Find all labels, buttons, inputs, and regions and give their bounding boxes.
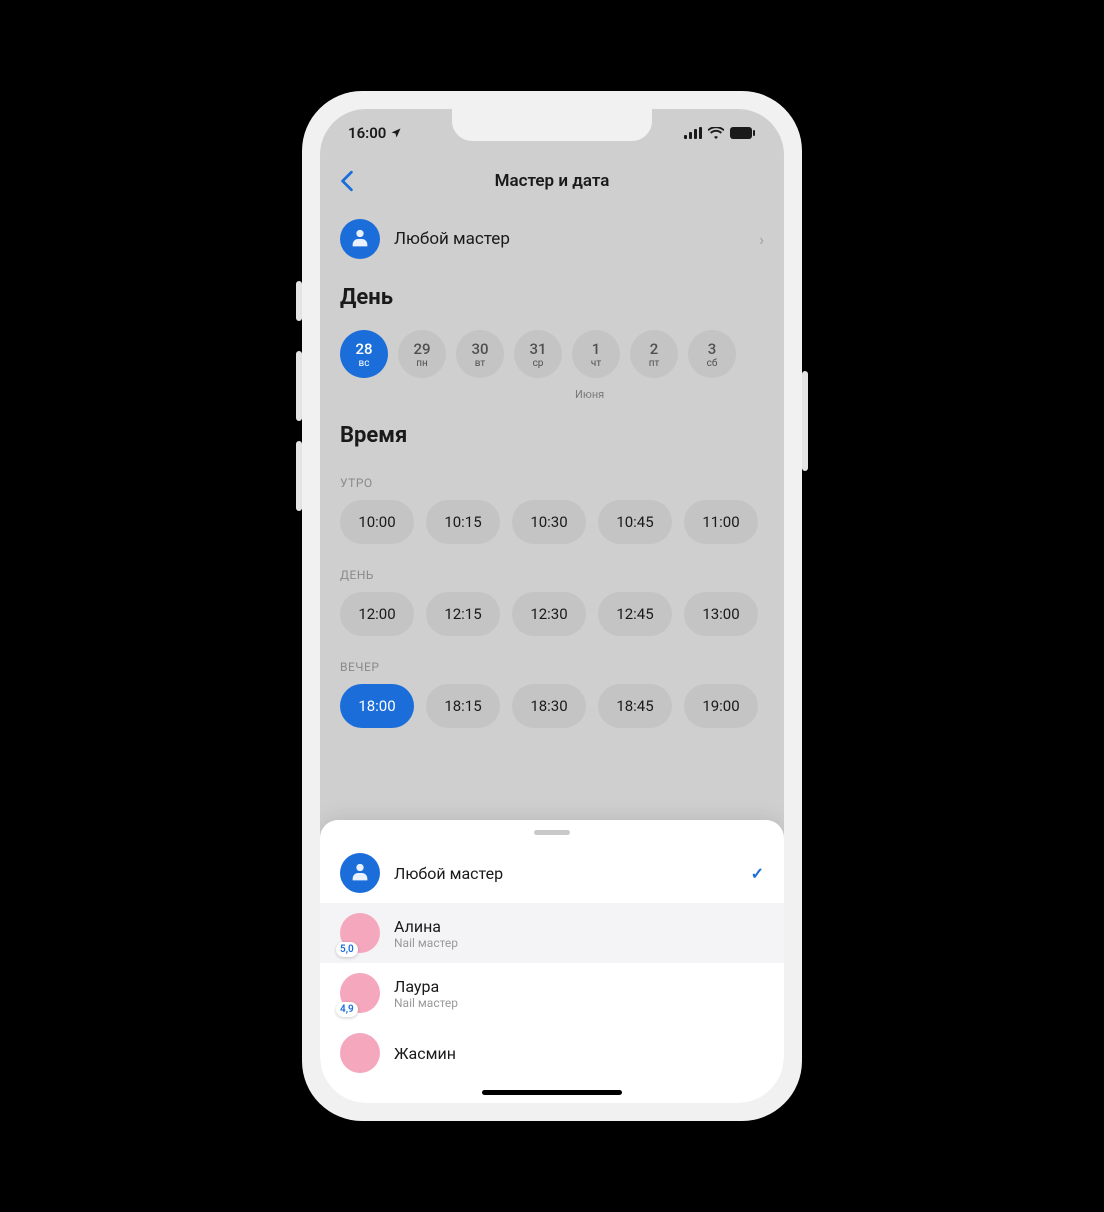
time-group-label: УТРО bbox=[320, 468, 784, 500]
screen: 16:00 bbox=[320, 109, 784, 1103]
time-row: 18:00 18:15 18:30 18:45 19:00 bbox=[320, 684, 784, 744]
time-chip[interactable]: 12:15 bbox=[426, 592, 500, 636]
day-of-week: вт bbox=[475, 358, 485, 369]
avatar: 5,0 bbox=[340, 913, 380, 953]
avatar bbox=[340, 1033, 380, 1073]
time-chip[interactable]: 12:00 bbox=[340, 592, 414, 636]
time-row: 12:00 12:15 12:30 12:45 13:00 bbox=[320, 592, 784, 652]
home-indicator[interactable] bbox=[482, 1090, 622, 1095]
time-section-title: Время bbox=[340, 423, 764, 448]
device-side-button bbox=[802, 371, 808, 471]
day-of-week: пн bbox=[416, 358, 428, 369]
master-name: Любой мастер bbox=[394, 864, 737, 883]
master-list-item[interactable]: 4,9 ЛаураNail мастер bbox=[320, 963, 784, 1023]
status-time: 16:00 bbox=[348, 124, 386, 142]
day-number: 31 bbox=[529, 340, 546, 358]
time-chip[interactable]: 18:45 bbox=[598, 684, 672, 728]
location-icon bbox=[390, 127, 402, 139]
day-chip[interactable]: 3сб bbox=[688, 330, 736, 378]
day-number: 3 bbox=[708, 340, 717, 358]
time-chip[interactable]: 12:45 bbox=[598, 592, 672, 636]
master-list-item[interactable]: 5,0 АлинаNail мастер bbox=[320, 903, 784, 963]
time-chip[interactable]: 18:15 bbox=[426, 684, 500, 728]
day-number: 29 bbox=[413, 340, 430, 358]
device-notch bbox=[452, 109, 652, 141]
time-chip[interactable]: 13:00 bbox=[684, 592, 758, 636]
day-section: День bbox=[320, 273, 784, 330]
day-of-week: ср bbox=[533, 358, 544, 369]
chevron-right-icon: › bbox=[759, 230, 764, 249]
rating-badge: 5,0 bbox=[336, 942, 358, 957]
day-of-week: вс bbox=[359, 358, 370, 369]
day-of-week: чт bbox=[591, 358, 601, 369]
time-chip[interactable]: 12:30 bbox=[512, 592, 586, 636]
back-button[interactable] bbox=[332, 170, 362, 192]
device-side-button bbox=[296, 351, 302, 421]
master-subtitle: Nail мастер bbox=[394, 936, 764, 950]
any-master-icon bbox=[340, 219, 380, 259]
day-chip[interactable]: 1чт bbox=[572, 330, 620, 378]
master-name: Жасмин bbox=[394, 1044, 764, 1063]
master-selector[interactable]: Любой мастер › bbox=[320, 205, 784, 273]
time-chip[interactable]: 18:30 bbox=[512, 684, 586, 728]
time-group-label: ВЕЧЕР bbox=[320, 652, 784, 684]
day-chip[interactable]: 28вс bbox=[340, 330, 388, 378]
day-of-week: пт bbox=[649, 358, 660, 369]
rating-badge: 4,9 bbox=[336, 1002, 358, 1017]
day-chip[interactable]: 2пт bbox=[630, 330, 678, 378]
time-section: Время bbox=[320, 411, 784, 468]
nav-bar: Мастер и дата bbox=[320, 157, 784, 205]
day-chip[interactable]: 29пн bbox=[398, 330, 446, 378]
day-chip[interactable]: 30вт bbox=[456, 330, 504, 378]
time-chip[interactable]: 11:00 bbox=[684, 500, 758, 544]
avatar bbox=[340, 853, 380, 893]
day-of-week: сб bbox=[707, 358, 718, 369]
master-subtitle: Nail мастер bbox=[394, 996, 764, 1010]
master-bottom-sheet[interactable]: Любой мастер✓5,0АлинаNail мастер4,9Лаура… bbox=[320, 820, 784, 1103]
day-number: 28 bbox=[355, 340, 372, 358]
time-chip[interactable]: 10:00 bbox=[340, 500, 414, 544]
wifi-icon bbox=[708, 127, 724, 139]
time-group-label: ДЕНЬ bbox=[320, 560, 784, 592]
month-label: Июня bbox=[320, 388, 784, 401]
any-master-icon bbox=[340, 853, 380, 893]
check-icon: ✓ bbox=[751, 864, 764, 883]
drag-handle[interactable] bbox=[534, 830, 570, 835]
day-section-title: День bbox=[340, 285, 764, 310]
time-chip[interactable]: 10:15 bbox=[426, 500, 500, 544]
day-number: 2 bbox=[650, 340, 659, 358]
time-chip[interactable]: 10:45 bbox=[598, 500, 672, 544]
time-row: 10:00 10:15 10:30 10:45 11:00 bbox=[320, 500, 784, 560]
time-chip[interactable]: 18:00 bbox=[340, 684, 414, 728]
master-list-item[interactable]: Жасмин bbox=[320, 1023, 784, 1083]
battery-icon bbox=[730, 127, 756, 139]
day-number: 30 bbox=[471, 340, 488, 358]
master-name: Лаура bbox=[394, 977, 764, 996]
avatar: 4,9 bbox=[340, 973, 380, 1013]
day-number: 1 bbox=[592, 340, 601, 358]
time-chip[interactable]: 19:00 bbox=[684, 684, 758, 728]
cellular-icon bbox=[684, 127, 702, 139]
device-side-button bbox=[296, 281, 302, 321]
day-list: 28вс29пн30вт31ср1чт2пт3сб bbox=[320, 330, 784, 384]
device-side-button bbox=[296, 441, 302, 511]
time-chip[interactable]: 10:30 bbox=[512, 500, 586, 544]
day-chip[interactable]: 31ср bbox=[514, 330, 562, 378]
page-title: Мастер и дата bbox=[320, 171, 784, 191]
master-name: Алина bbox=[394, 917, 764, 936]
master-list-item[interactable]: Любой мастер ✓ bbox=[320, 843, 784, 903]
person-avatar-icon bbox=[340, 1033, 380, 1073]
device-frame: 16:00 bbox=[302, 91, 802, 1121]
master-selector-label: Любой мастер bbox=[394, 229, 745, 249]
